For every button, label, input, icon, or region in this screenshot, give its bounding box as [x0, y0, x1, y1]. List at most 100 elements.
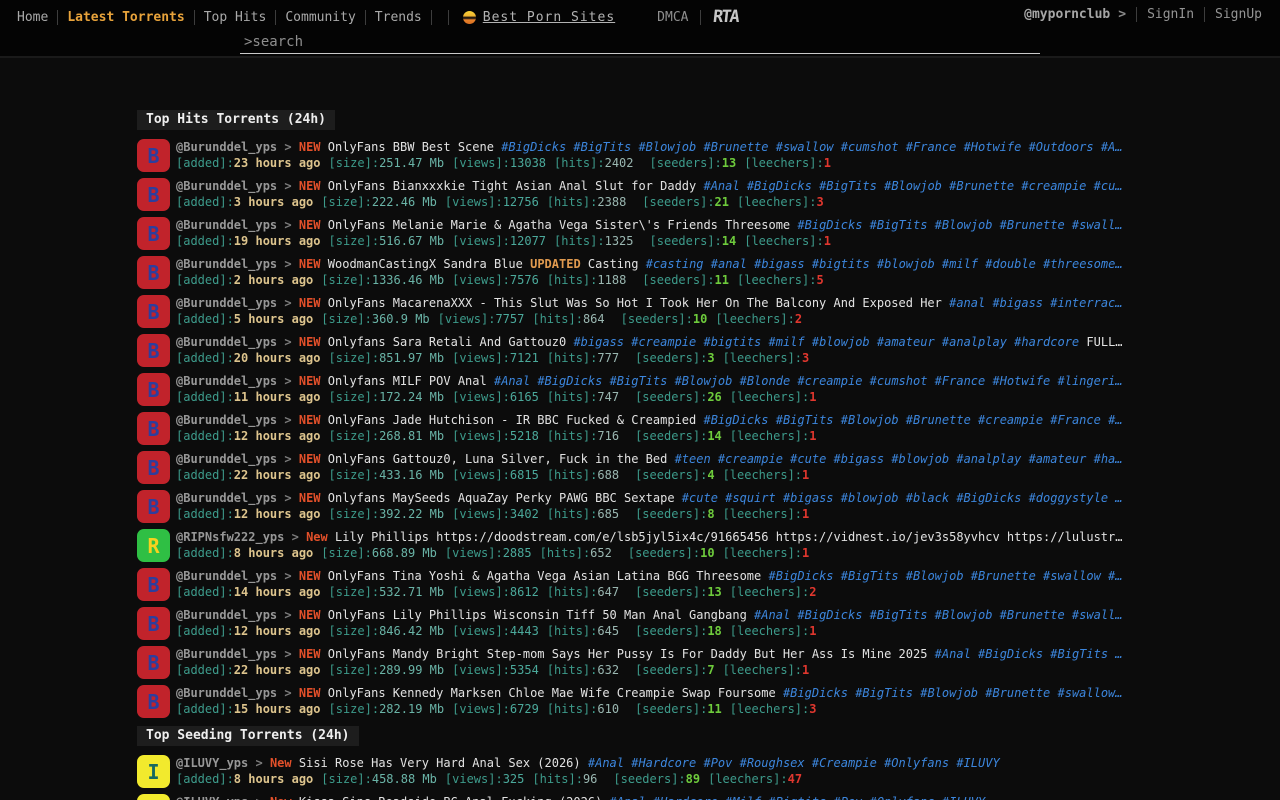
- torrent-title[interactable]: OnlyFans Gattouz0, Luna Silver, Fuck in …: [328, 452, 668, 466]
- tag-links[interactable]: #cute #squirt #bigass #blowjob #black #B…: [682, 491, 1123, 505]
- uploader-avatar[interactable]: I: [137, 755, 170, 788]
- added-value: 20 hours ago: [234, 351, 321, 365]
- uploader-avatar[interactable]: B: [137, 334, 170, 367]
- seeders-label: [seeders]:: [635, 351, 707, 365]
- tag-links[interactable]: #Anal #BigDicks #BigTits #Blowjob #Blond…: [494, 374, 1123, 388]
- added-label: [added]:: [176, 772, 234, 786]
- torrent-row: B @Burunddel_yps > NEW OnlyFans Tina Yos…: [137, 568, 1280, 607]
- uploader-avatar[interactable]: B: [137, 568, 170, 601]
- search-input[interactable]: [240, 30, 1040, 53]
- updated-badge: UPDATED: [530, 257, 581, 271]
- title-line: @Burunddel_yps > NEW OnlyFans Melanie Ma…: [176, 217, 1148, 233]
- torrent-title[interactable]: Onlyfans Sara Retali And Gattouz0: [328, 335, 566, 349]
- uploader-link[interactable]: @Burunddel_yps: [176, 647, 277, 661]
- seeders-value: 26: [707, 390, 721, 404]
- uploader-link[interactable]: @Burunddel_yps: [176, 257, 277, 271]
- dmca-link[interactable]: DMCA: [657, 10, 700, 25]
- torrent-title[interactable]: OnlyFans Lily Phillips Wisconsin Tiff 50…: [328, 608, 747, 622]
- uploader-link[interactable]: @Burunddel_yps: [176, 374, 277, 388]
- torrent-title[interactable]: OnlyFans MacarenaXXX - This Slut Was So …: [328, 296, 942, 310]
- uploader-link[interactable]: @ILUVY_yps: [176, 795, 248, 800]
- uploader-link[interactable]: @Burunddel_yps: [176, 413, 277, 427]
- tag-links[interactable]: #bigass #creampie #bigtits #milf #blowjo…: [573, 335, 1079, 349]
- torrent-title[interactable]: Onlyfans MILF POV Anal: [328, 374, 487, 388]
- uploader-link[interactable]: @Burunddel_yps: [176, 296, 277, 310]
- best-porn-sites-link[interactable]: Best Porn Sites: [463, 10, 615, 25]
- uploader-avatar[interactable]: B: [137, 490, 170, 523]
- nav-item-community[interactable]: Community: [276, 10, 364, 25]
- nav-item-top-hits[interactable]: Top Hits: [195, 10, 276, 25]
- row-text: @Burunddel_yps > NEW OnlyFans Jade Hutch…: [176, 412, 1148, 444]
- uploader-avatar[interactable]: B: [137, 178, 170, 211]
- torrent-title[interactable]: WoodmanCastingX Sandra Blue: [328, 257, 523, 271]
- new-badge: New: [306, 530, 328, 544]
- torrent-title[interactable]: Kissa Sins Roadside BG Anal Fucking (202…: [299, 795, 602, 800]
- torrent-title-cont[interactable]: Casting: [588, 257, 639, 271]
- club-name[interactable]: @mypornclub: [1024, 7, 1110, 22]
- tag-links[interactable]: #BigDicks #BigTits #Blowjob #Brunette #c…: [703, 413, 1122, 427]
- torrent-title[interactable]: OnlyFans BBW Best Scene: [328, 140, 494, 154]
- uploader-avatar[interactable]: R: [137, 529, 170, 562]
- uploader-avatar[interactable]: B: [137, 373, 170, 406]
- uploader-avatar[interactable]: B: [137, 217, 170, 250]
- uploader-avatar[interactable]: B: [137, 607, 170, 640]
- title-line: @Burunddel_yps > NEW OnlyFans Tina Yoshi…: [176, 568, 1148, 584]
- torrent-title[interactable]: OnlyFans Tina Yoshi & Agatha Vega Asian …: [328, 569, 761, 583]
- size-label: [size]:: [329, 507, 380, 521]
- nav-item-latest-torrents[interactable]: Latest Torrents: [58, 10, 193, 25]
- torrent-title[interactable]: OnlyFans Melanie Marie & Agatha Vega Sis…: [328, 218, 790, 232]
- uploader-avatar[interactable]: B: [137, 451, 170, 484]
- uploader-link[interactable]: @Burunddel_yps: [176, 608, 277, 622]
- uploader-link[interactable]: @Burunddel_yps: [176, 686, 277, 700]
- hits-label: [hits]:: [547, 195, 598, 209]
- signup-link[interactable]: SignUp: [1205, 7, 1272, 22]
- uploader-avatar[interactable]: B: [137, 412, 170, 445]
- uploader-link[interactable]: @Burunddel_yps: [176, 491, 277, 505]
- uploader-avatar[interactable]: B: [137, 139, 170, 172]
- tag-links[interactable]: #BigDicks #BigTits #Blowjob #Brunette #s…: [797, 218, 1122, 232]
- torrent-title[interactable]: OnlyFans Bianxxxkie Tight Asian Anal Slu…: [328, 179, 696, 193]
- uploader-avatar[interactable]: B: [137, 646, 170, 679]
- hits-label: [hits]:: [532, 772, 583, 786]
- torrent-title[interactable]: OnlyFans Jade Hutchison - IR BBC Fucked …: [328, 413, 696, 427]
- tag-links[interactable]: #Anal #Hardcore #Pov #Roughsex #Creampie…: [588, 756, 1000, 770]
- uploader-link[interactable]: @Burunddel_yps: [176, 452, 277, 466]
- uploader-link[interactable]: @Burunddel_yps: [176, 140, 277, 154]
- torrent-title[interactable]: Sisi Rose Has Very Hard Anal Sex (2026): [299, 756, 581, 770]
- uploader-link[interactable]: @Burunddel_yps: [176, 335, 277, 349]
- uploader-link[interactable]: @ILUVY_yps: [176, 756, 248, 770]
- flame-icon: [463, 11, 476, 24]
- uploader-avatar[interactable]: B: [137, 256, 170, 289]
- uploader-link[interactable]: @Burunddel_yps: [176, 569, 277, 583]
- tag-links[interactable]: #anal #bigass #interrac…: [949, 296, 1122, 310]
- nav-item-home[interactable]: Home: [8, 10, 57, 25]
- tag-links[interactable]: #Anal #Hardcore #Milf #Bigtits #Pov #Onl…: [610, 795, 986, 800]
- uploader-avatar[interactable]: B: [137, 295, 170, 328]
- arrow-separator: >: [255, 795, 262, 800]
- tag-links[interactable]: #teen #creampie #cute #bigass #blowjob #…: [675, 452, 1123, 466]
- torrent-title[interactable]: OnlyFans Kennedy Marksen Chloe Mae Wife …: [328, 686, 776, 700]
- tag-links[interactable]: #BigDicks #BigTits #Blowjob #Brunette #s…: [501, 140, 1122, 154]
- uploader-link[interactable]: @Burunddel_yps: [176, 218, 277, 232]
- rta-logo[interactable]: RTA: [712, 7, 739, 27]
- torrent-title[interactable]: OnlyFans Mandy Bright Step-mom Says Her …: [328, 647, 928, 661]
- tag-links[interactable]: #casting #anal #bigass #bigtits #blowjob…: [646, 257, 1123, 271]
- torrent-title[interactable]: Onlyfans MaySeeds AquaZay Perky PAWG BBC…: [328, 491, 675, 505]
- tag-links[interactable]: #Anal #BigDicks #BigTits #Blowjob #Brune…: [703, 179, 1122, 193]
- title-line: @ILUVY_yps > New Kissa Sins Roadside BG …: [176, 794, 1148, 800]
- signin-link[interactable]: SignIn: [1137, 7, 1204, 22]
- nav-item-trends[interactable]: Trends: [366, 10, 431, 25]
- tag-links[interactable]: #BigDicks #BigTits #Blowjob #Brunette #s…: [783, 686, 1123, 700]
- uploader-link[interactable]: @Burunddel_yps: [176, 179, 277, 193]
- tag-links[interactable]: #Anal #BigDicks #BigTits …: [935, 647, 1123, 661]
- uploader-link[interactable]: @RIPNsfw222_yps: [176, 530, 284, 544]
- top-bar: Home Latest Torrents Top Hits Community …: [0, 0, 1280, 58]
- torrent-title[interactable]: Lily Phillips https://doodstream.com/e/l…: [335, 530, 1122, 544]
- stats-line: [added]:14 hours ago[size]:532.71 Mb[vie…: [176, 584, 1148, 600]
- tag-links[interactable]: #Anal #BigDicks #BigTits #Blowjob #Brune…: [754, 608, 1122, 622]
- uploader-avatar[interactable]: B: [137, 685, 170, 718]
- uploader-avatar[interactable]: I: [137, 794, 170, 800]
- seeders-label: [seeders]:: [635, 702, 707, 716]
- views-label: [views]:: [452, 585, 510, 599]
- tag-links[interactable]: #BigDicks #BigTits #Blowjob #Brunette #s…: [769, 569, 1123, 583]
